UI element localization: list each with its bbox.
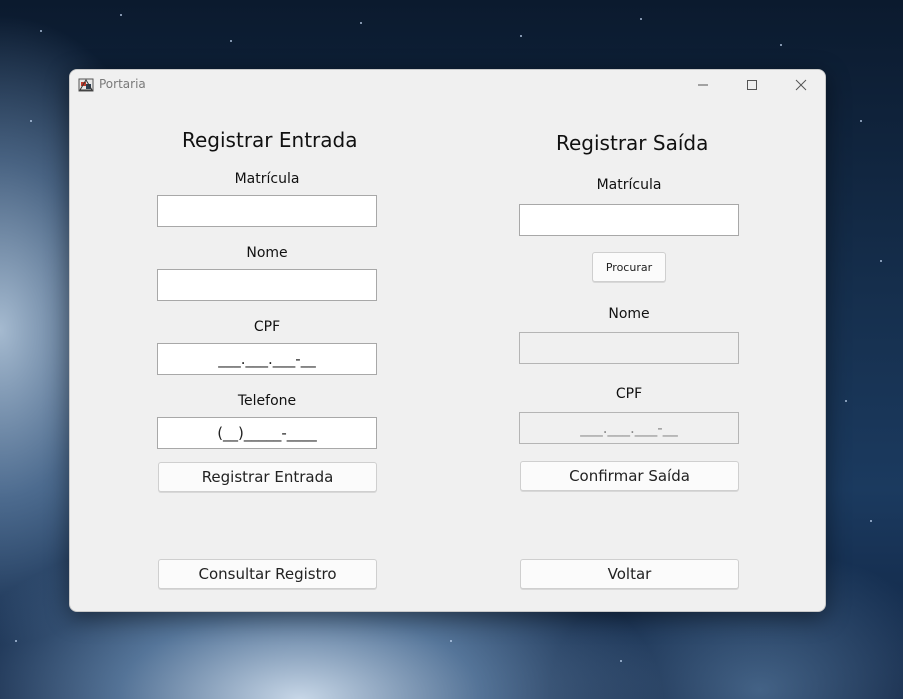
- consultar-registro-button[interactable]: Consultar Registro: [158, 559, 377, 589]
- window-title: Portaria: [99, 77, 146, 91]
- saida-matricula-label: Matrícula: [596, 177, 662, 193]
- saida-cpf-label: CPF: [615, 386, 643, 402]
- confirmar-saida-button[interactable]: Confirmar Saída: [520, 461, 739, 491]
- voltar-button[interactable]: Voltar: [520, 559, 739, 589]
- title-bar[interactable]: Portaria: [70, 70, 825, 101]
- entrada-matricula-label: Matrícula: [234, 171, 300, 187]
- saida-nome-label: Nome: [608, 306, 650, 322]
- procurar-button[interactable]: Procurar: [592, 252, 666, 282]
- minimize-button[interactable]: [680, 70, 726, 101]
- entrada-telefone-label: Telefone: [237, 393, 297, 409]
- portaria-window: Portaria Registrar Entrada Matrícula Nom…: [69, 69, 826, 612]
- entrada-cpf-label: CPF: [253, 319, 281, 335]
- saida-cpf-field: [519, 412, 739, 444]
- maximize-icon: [746, 76, 758, 95]
- entrada-cpf-field[interactable]: [157, 343, 377, 375]
- minimize-icon: [697, 76, 709, 95]
- saida-nome-field: [519, 332, 739, 364]
- registrar-entrada-button[interactable]: Registrar Entrada: [158, 462, 377, 492]
- entrada-heading: Registrar Entrada: [182, 128, 358, 152]
- entrada-telefone-field[interactable]: [157, 417, 377, 449]
- entrada-nome-field[interactable]: [157, 269, 377, 301]
- saida-matricula-field[interactable]: [519, 204, 739, 236]
- maximize-button[interactable]: [729, 70, 775, 101]
- saida-heading: Registrar Saída: [556, 131, 709, 155]
- close-button[interactable]: [778, 70, 824, 101]
- entrada-nome-label: Nome: [246, 245, 288, 261]
- portaria-app-icon: [78, 77, 94, 93]
- entrada-matricula-field[interactable]: [157, 195, 377, 227]
- close-icon: [795, 76, 807, 95]
